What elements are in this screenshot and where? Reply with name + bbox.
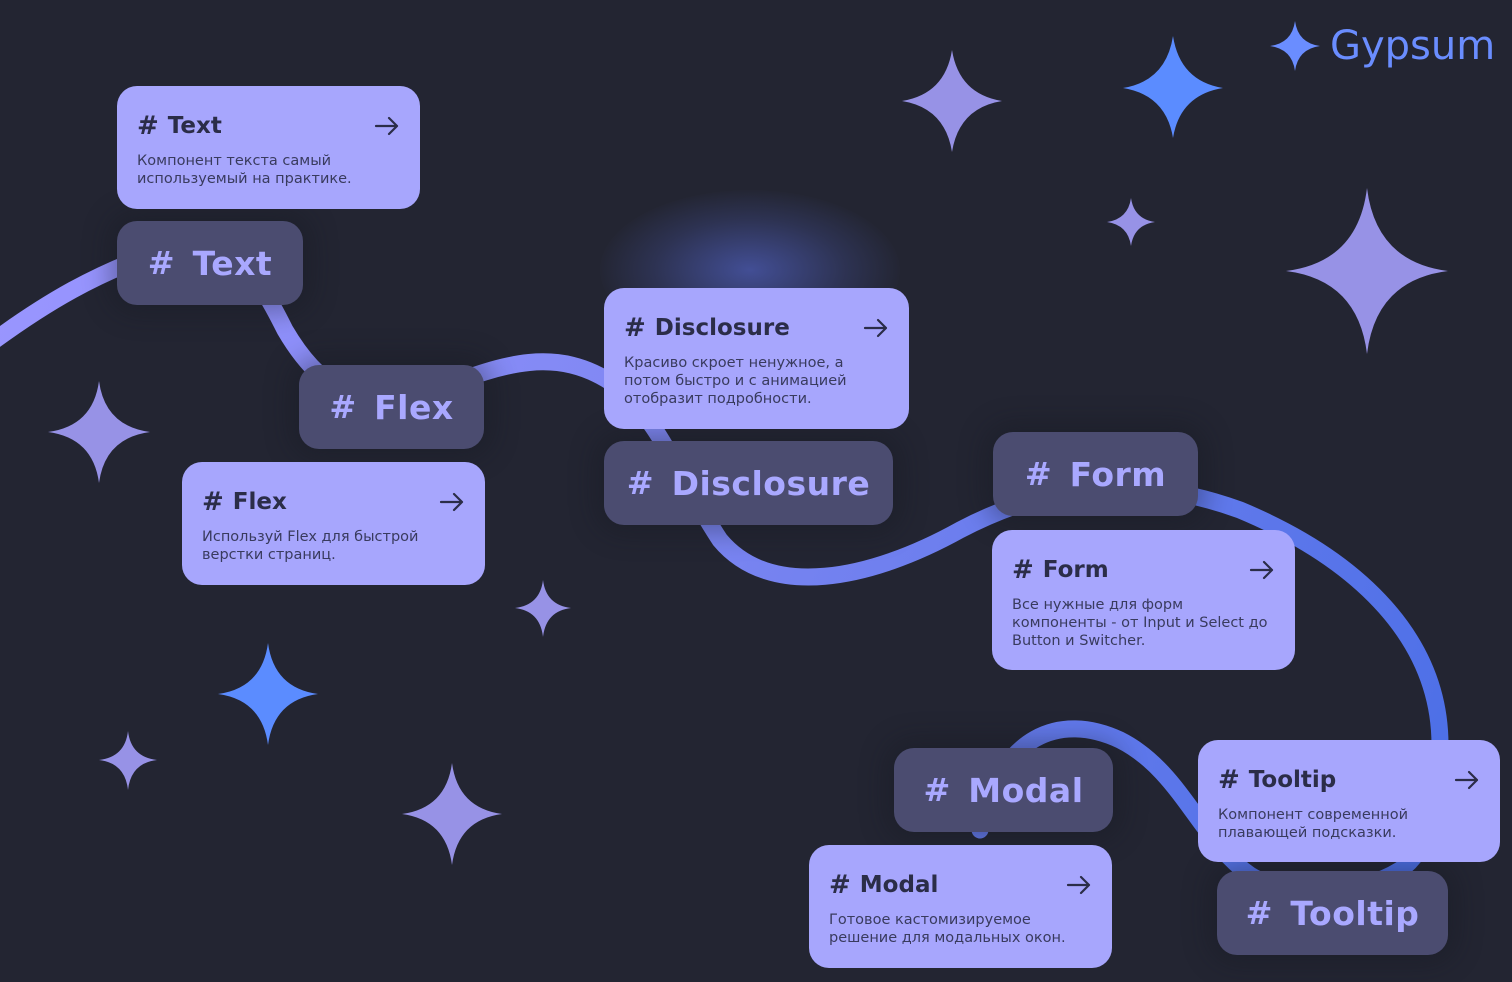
four-point-star-icon [902, 50, 1002, 152]
card-tooltip[interactable]: # Tooltip Компонент современной плавающе… [1198, 740, 1500, 862]
card-text[interactable]: # Text Компонент текста самый используем… [117, 86, 420, 209]
tag-label: Form [1069, 454, 1167, 494]
arrow-right-icon[interactable] [374, 116, 400, 136]
hash-icon: # [923, 771, 951, 809]
tag-disclosure[interactable]: # Disclosure [604, 441, 893, 525]
card-disclosure[interactable]: # Disclosure Красиво скроет ненужное, а … [604, 288, 909, 429]
card-form[interactable]: # Form Все нужные для форм компоненты - … [992, 530, 1295, 670]
tag-text[interactable]: # Text [117, 221, 303, 305]
hash-icon: # [1218, 765, 1240, 795]
four-point-star-icon [218, 643, 318, 745]
hash-icon: # [137, 111, 159, 141]
card-description: Все нужные для форм компоненты - от Inpu… [1012, 597, 1268, 649]
arrow-right-icon[interactable] [439, 492, 465, 512]
hash-icon: # [329, 388, 357, 426]
arrow-right-icon[interactable] [1454, 770, 1480, 790]
arrow-right-icon[interactable] [863, 318, 889, 338]
card-title: Text [167, 112, 222, 139]
hash-icon: # [202, 487, 224, 517]
hash-icon: # [829, 870, 851, 900]
four-point-star-icon [99, 731, 157, 790]
card-title: Tooltip [1248, 766, 1337, 793]
hash-icon: # [1245, 894, 1273, 932]
card-title: Disclosure [654, 314, 790, 341]
card-modal[interactable]: # Modal Готовое кастомизируемое решение … [809, 845, 1112, 968]
brand-name: Gypsum [1330, 23, 1496, 69]
tag-label: Modal [968, 770, 1084, 810]
four-point-star-icon [1107, 198, 1155, 246]
card-title: Form [1042, 556, 1109, 583]
four-point-star-icon [1123, 36, 1223, 138]
four-point-star-icon [1286, 188, 1448, 354]
tag-label: Disclosure [671, 463, 871, 503]
card-description: Компонент текста самый используемый на п… [137, 153, 352, 187]
brand-logo[interactable]: Gypsum [1268, 18, 1495, 74]
hash-icon: # [1024, 455, 1052, 493]
card-description: Красиво скроет ненужное, а потом быстро … [624, 355, 847, 407]
tag-modal[interactable]: # Modal [894, 748, 1113, 832]
hash-icon: # [624, 313, 646, 343]
card-description: Используй Flex для быстрой верстки стран… [202, 529, 419, 563]
tag-flex[interactable]: # Flex [299, 365, 484, 449]
card-flex[interactable]: # Flex Используй Flex для быстрой верстк… [182, 462, 485, 585]
four-point-star-icon [48, 381, 150, 483]
card-description: Готовое кастомизируемое решение для мода… [829, 912, 1066, 946]
tag-form[interactable]: # Form [993, 432, 1198, 516]
arrow-right-icon[interactable] [1066, 875, 1092, 895]
tag-label: Tooltip [1290, 893, 1420, 933]
arrow-right-icon[interactable] [1249, 560, 1275, 580]
card-title: Modal [859, 871, 939, 898]
hash-icon: # [626, 464, 654, 502]
hash-icon: # [147, 244, 175, 282]
card-title: Flex [232, 488, 287, 515]
card-description: Компонент современной плавающей подсказк… [1218, 807, 1409, 841]
sparkle-icon [1270, 21, 1320, 71]
tag-label: Text [192, 243, 273, 283]
four-point-star-icon [402, 763, 502, 865]
tag-tooltip[interactable]: # Tooltip [1217, 871, 1448, 955]
tag-label: Flex [374, 387, 454, 427]
four-point-star-icon [515, 580, 571, 637]
hash-icon: # [1012, 555, 1034, 585]
